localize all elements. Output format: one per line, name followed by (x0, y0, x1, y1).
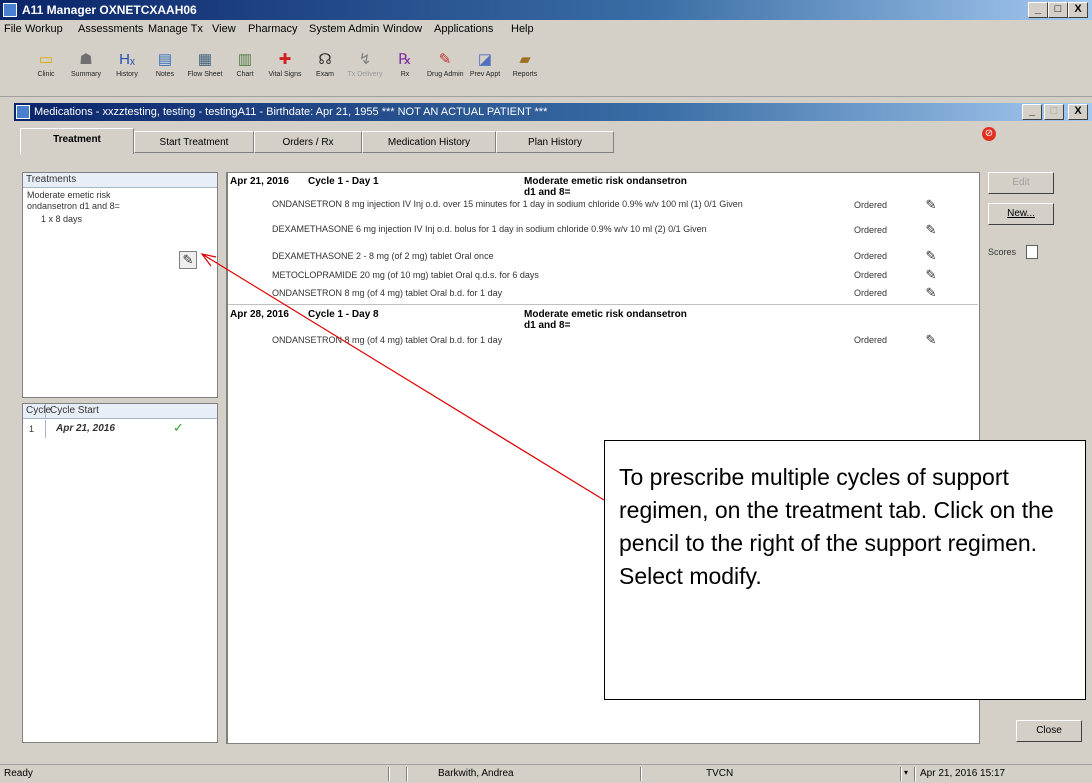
instruction-callout: To prescribe multiple cycles of support … (604, 440, 1086, 700)
